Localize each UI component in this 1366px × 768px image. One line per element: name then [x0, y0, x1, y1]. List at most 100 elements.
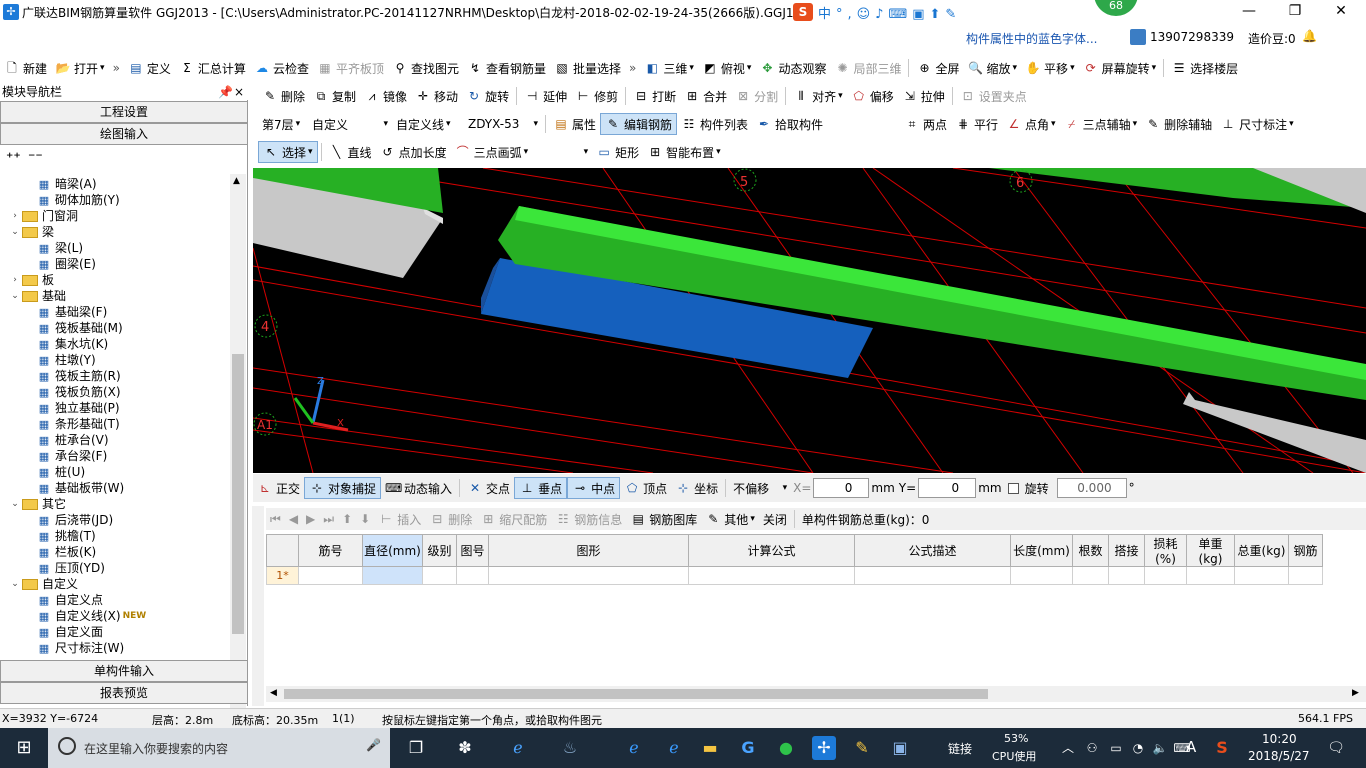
coordinate-button[interactable]: ⊹ 坐标 — [671, 477, 722, 499]
single-component-input-button[interactable]: 单构件输入 — [0, 660, 248, 682]
column-header[interactable]: 直径(mm) — [362, 534, 423, 567]
tree-item[interactable]: ▦ 筏板基础(M) — [36, 320, 123, 336]
rebar-library-button[interactable]: ▤ 钢筋图库 — [626, 508, 701, 530]
notes-app-icon[interactable]: ✎ — [850, 736, 874, 760]
tree-item[interactable]: ▦ 自定义线(X) NEW — [36, 608, 146, 624]
network-icon[interactable]: ◔ — [1126, 736, 1150, 760]
tree-item[interactable]: ▦ 暗梁(A) — [36, 176, 97, 192]
select-button[interactable]: ↖ 选择 ▾ — [258, 141, 318, 163]
properties-button[interactable]: ▤ 属性 — [549, 113, 600, 135]
column-header[interactable]: 图号 — [456, 534, 489, 567]
ime-indicator[interactable]: A — [1186, 738, 1196, 756]
g-app-icon[interactable]: G — [736, 736, 760, 760]
maximize-button[interactable]: ❐ — [1272, 0, 1318, 24]
expand-all-icon[interactable]: ⁺⁺ — [6, 150, 21, 166]
delete-button[interactable]: ✎ 删除 — [258, 85, 309, 107]
tree-item[interactable]: ▦ 压顶(YD) — [36, 560, 105, 576]
hint-link[interactable]: 构件属性中的蓝色字体... — [966, 30, 1097, 47]
people-icon[interactable]: ⚇ — [1080, 736, 1104, 760]
three-point-arc-button[interactable]: ⌒ 三点画弧 ▾ — [451, 141, 533, 163]
row-header[interactable]: 1* — [266, 566, 299, 585]
top-view-button[interactable]: ◩ 俯视 ▾ — [698, 57, 756, 79]
tree-folder[interactable]: ⌄ 自定义 — [10, 576, 78, 592]
ie2-icon[interactable]: ℯ — [662, 736, 686, 760]
edge-icon[interactable]: ℯ — [506, 736, 530, 760]
new-button[interactable]: 🗋 新建 — [0, 57, 51, 79]
drawing-input-button[interactable]: 绘图输入 — [0, 123, 248, 145]
subtype-select[interactable]: 自定义线 ▾ — [392, 113, 464, 135]
collapse-all-icon[interactable]: ⁻⁻ — [28, 150, 43, 166]
phone-number[interactable]: 13907298339 — [1150, 30, 1234, 44]
tree-folder[interactable]: ⌄ 基础 — [10, 288, 66, 304]
object-snap-button[interactable]: ⊹ 对象捕捉 — [304, 477, 382, 499]
hscroll-thumb[interactable] — [284, 689, 988, 699]
intersection-button[interactable]: ✕ 交点 — [463, 477, 514, 499]
zoom-button[interactable]: 🔍 缩放 ▾ — [964, 57, 1022, 79]
panel-close-icon[interactable]: × — [234, 84, 244, 100]
column-header[interactable]: 损耗(%) — [1144, 534, 1187, 567]
tree-item[interactable]: ▦ 挑檐(T) — [36, 528, 96, 544]
smart-layout-button[interactable]: ⊞ 智能布置 ▾ — [643, 141, 725, 163]
tree-item[interactable]: ▦ 梁(L) — [36, 240, 83, 256]
x-input[interactable]: 0 — [813, 478, 870, 498]
clock-time[interactable]: 10:20 — [1262, 732, 1297, 746]
taskbar-search[interactable]: 在这里输入你要搜索的内容 🎤 — [48, 728, 390, 768]
tree-item[interactable]: ▦ 筏板负筋(X) — [36, 384, 121, 400]
volume-icon[interactable]: 🔈 — [1148, 736, 1172, 760]
sogou-tray-icon[interactable]: S — [1210, 736, 1234, 760]
tree-item[interactable]: ▦ 自定义面 — [36, 624, 103, 640]
column-header[interactable]: 总重(kg) — [1234, 534, 1289, 567]
gray-beam-right[interactable] — [1183, 392, 1366, 473]
report-preview-button[interactable]: 报表预览 — [0, 682, 248, 704]
column-header[interactable]: 搭接 — [1108, 534, 1145, 567]
minimize-button[interactable]: — — [1226, 0, 1272, 24]
project-settings-button[interactable]: 工程设置 — [0, 101, 248, 123]
green-app-icon[interactable]: ● — [774, 736, 798, 760]
angle-input[interactable]: 0.000 — [1056, 478, 1127, 498]
y-input[interactable]: 0 — [918, 478, 977, 498]
pin-icon[interactable]: 📌 — [218, 84, 233, 100]
vertex-button[interactable]: ⬠ 顶点 — [620, 477, 671, 499]
column-header[interactable]: 公式描述 — [854, 534, 1011, 567]
tree-item[interactable]: ▦ 栏板(K) — [36, 544, 96, 560]
ime-tools[interactable]: 中°,☺♪⌨▣⬆✎ — [818, 3, 961, 22]
tree-item[interactable]: ▦ 独立基础(P) — [36, 400, 120, 416]
expander-icon[interactable]: ⌄ — [10, 496, 20, 512]
selected-cell[interactable] — [362, 566, 423, 585]
rebar-info-button[interactable]: ☷ 钢筋信息 — [551, 508, 626, 530]
floor-select[interactable]: 第7层 ▾ — [258, 113, 308, 135]
tree-item[interactable]: ▦ 承台梁(F) — [36, 448, 107, 464]
tree-item[interactable]: ▦ 基础板带(W) — [36, 480, 124, 496]
extend-button[interactable]: ⊣ 延伸 — [520, 85, 571, 107]
column-header[interactable]: 计算公式 — [688, 534, 855, 567]
glodon-app-icon[interactable]: ✢ — [812, 736, 836, 760]
tree-item[interactable]: ▦ 砌体加筋(Y) — [36, 192, 120, 208]
column-header[interactable]: 图形 — [488, 534, 689, 567]
two-point-axis-button[interactable]: ⌗ 两点 — [900, 113, 951, 135]
select-floor-button[interactable]: ☰ 选择楼层 — [1167, 57, 1242, 79]
orbit-button[interactable]: ✥ 动态观察 — [755, 57, 830, 79]
tree-item[interactable]: ▦ 桩承台(V) — [36, 432, 109, 448]
file-explorer-icon[interactable]: ▬ — [698, 736, 722, 760]
next-record-button[interactable]: ▶ — [302, 508, 319, 530]
break-button[interactable]: ⊟ 打断 — [629, 85, 680, 107]
cloud-check-button[interactable]: ☁ 云检查 — [250, 57, 313, 79]
component-list-button[interactable]: ☷ 构件列表 — [677, 113, 752, 135]
expander-icon[interactable]: ⌄ — [10, 224, 20, 240]
insert-button[interactable]: ⊢ 插入 — [374, 508, 425, 530]
offset-button[interactable]: ⬠ 偏移 — [847, 85, 898, 107]
code-select[interactable]: ZDYX-53 ▾ — [464, 113, 542, 135]
copy-button[interactable]: ⧉ 复制 — [309, 85, 360, 107]
point-angle-axis-button[interactable]: ∠ 点角 ▾ — [1002, 113, 1060, 135]
tree-folder[interactable]: › 门窗洞 — [10, 208, 78, 224]
define-button[interactable]: ▤ 定义 — [124, 57, 175, 79]
parallel-axis-button[interactable]: ⋕ 平行 — [951, 113, 1002, 135]
task-view-icon[interactable]: ❐ — [404, 736, 428, 760]
screen-rotate-button[interactable]: ⟳ 屏幕旋转 ▾ — [1079, 57, 1161, 79]
rectangle-button[interactable]: ▭ 矩形 — [592, 141, 643, 163]
expander-icon[interactable]: › — [10, 272, 20, 288]
trim-button[interactable]: ⊢ 修剪 — [571, 85, 622, 107]
tree-item[interactable]: ▦ 基础梁(F) — [36, 304, 107, 320]
expander-icon[interactable]: ⌄ — [10, 576, 20, 592]
pan-button[interactable]: ✋ 平移 ▾ — [1021, 57, 1079, 79]
